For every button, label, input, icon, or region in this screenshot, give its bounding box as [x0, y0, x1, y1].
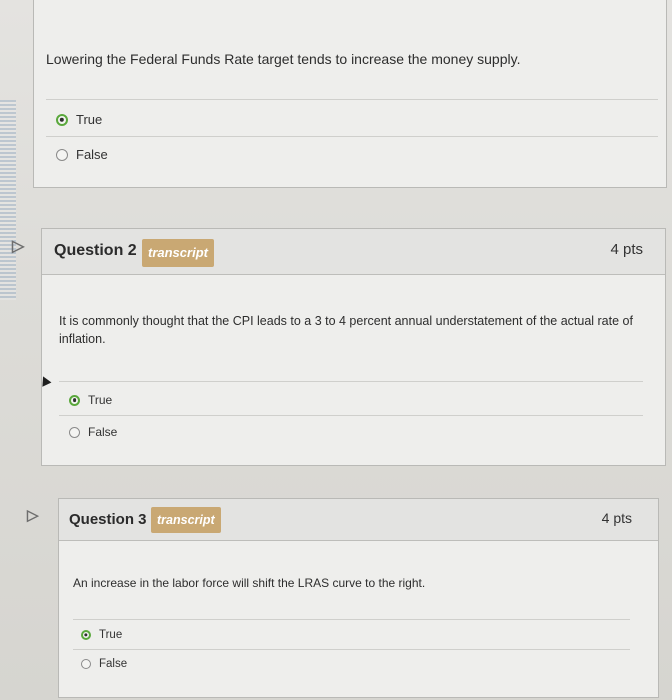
question-3-divider	[73, 619, 630, 620]
question-3-option-false[interactable]: False	[81, 658, 127, 670]
option-label: True	[88, 393, 113, 407]
question-2-header: Question 2 transcript 4 pts	[42, 229, 665, 275]
question-3-card: Question 3 transcript 4 pts An increase …	[58, 498, 659, 698]
question-1-text: Lowering the Federal Funds Rate target t…	[46, 51, 521, 67]
question-1-option-divider	[46, 136, 658, 137]
transcript-badge[interactable]: transcript	[151, 507, 221, 533]
question-2-title: Question 2	[54, 242, 137, 259]
question-1-option-false[interactable]: False	[56, 147, 108, 162]
question-3-points: 4 pts	[601, 510, 632, 526]
transcript-badge[interactable]: transcript	[142, 239, 214, 267]
question-3-option-divider	[73, 649, 630, 650]
screen-edge-artifact	[0, 100, 16, 300]
question-2-option-divider	[59, 415, 643, 416]
option-label: True	[99, 629, 123, 641]
question-2-divider	[59, 381, 643, 382]
option-label: False	[76, 147, 108, 162]
option-label: False	[99, 658, 128, 670]
option-label: True	[76, 112, 103, 127]
radio-icon[interactable]	[56, 113, 68, 126]
radio-icon[interactable]	[81, 659, 91, 669]
radio-icon[interactable]	[81, 630, 91, 640]
flag-icon[interactable]: ▷	[12, 236, 24, 256]
question-2-points: 4 pts	[610, 241, 643, 258]
question-3-option-true[interactable]: True	[81, 629, 122, 641]
question-2-option-false[interactable]: False	[69, 425, 117, 439]
question-3-header: Question 3 transcript 4 pts	[59, 499, 658, 541]
question-1-option-true[interactable]: True	[56, 112, 102, 127]
question-2-text: It is commonly thought that the CPI lead…	[59, 314, 633, 347]
question-1-card: Lowering the Federal Funds Rate target t…	[33, 0, 667, 188]
radio-icon[interactable]	[69, 394, 80, 406]
radio-icon[interactable]	[56, 148, 68, 161]
question-3-text: An increase in the labor force will shif…	[73, 576, 426, 590]
flag-icon[interactable]: ▷	[27, 506, 39, 524]
question-1-divider	[46, 99, 658, 100]
radio-icon[interactable]	[69, 426, 80, 438]
option-label: False	[88, 425, 118, 439]
question-2-card: Question 2 transcript 4 pts It is common…	[41, 228, 666, 466]
question-2-option-true[interactable]: True	[69, 393, 112, 407]
question-3-title: Question 3	[69, 511, 147, 528]
